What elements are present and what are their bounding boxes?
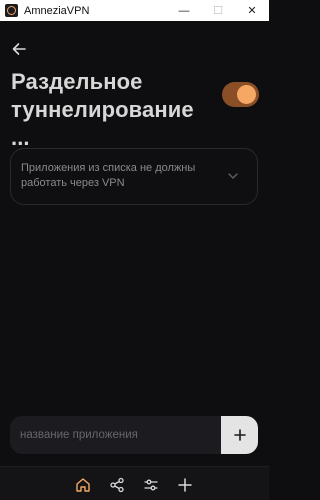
bottom-nav bbox=[0, 466, 269, 500]
nav-settings[interactable] bbox=[142, 476, 160, 494]
plus-icon bbox=[233, 429, 246, 441]
toggle-knob bbox=[237, 85, 256, 104]
home-icon bbox=[76, 478, 90, 492]
add-app-button[interactable] bbox=[221, 416, 258, 454]
settings-sliders-icon bbox=[144, 479, 158, 491]
window-titlebar: AmneziaVPN — ☐ ✕ bbox=[0, 0, 269, 21]
arrow-left-icon bbox=[12, 43, 26, 55]
page-title: Раздельное туннелирование ... bbox=[11, 69, 194, 150]
close-button[interactable]: ✕ bbox=[235, 0, 269, 21]
app-name-input[interactable] bbox=[10, 416, 221, 454]
plus-icon bbox=[178, 478, 192, 492]
share-icon bbox=[110, 477, 124, 493]
minimize-button[interactable]: — bbox=[167, 0, 201, 21]
nav-add[interactable] bbox=[176, 476, 194, 494]
app-logo-icon bbox=[5, 4, 18, 17]
window-title: AmneziaVPN bbox=[24, 4, 90, 17]
tunneling-mode-dropdown[interactable]: Приложения из списка не должны работать … bbox=[10, 148, 258, 205]
nav-home[interactable] bbox=[74, 476, 92, 494]
window-controls: — ☐ ✕ bbox=[167, 0, 269, 21]
tunneling-mode-value: Приложения из списка не должны работать … bbox=[21, 162, 196, 189]
add-app-row bbox=[10, 416, 258, 454]
chevron-down-icon bbox=[228, 173, 238, 179]
maximize-button: ☐ bbox=[213, 5, 223, 17]
back-button[interactable] bbox=[8, 38, 30, 60]
split-tunneling-toggle[interactable] bbox=[222, 82, 259, 107]
nav-share[interactable] bbox=[108, 476, 126, 494]
